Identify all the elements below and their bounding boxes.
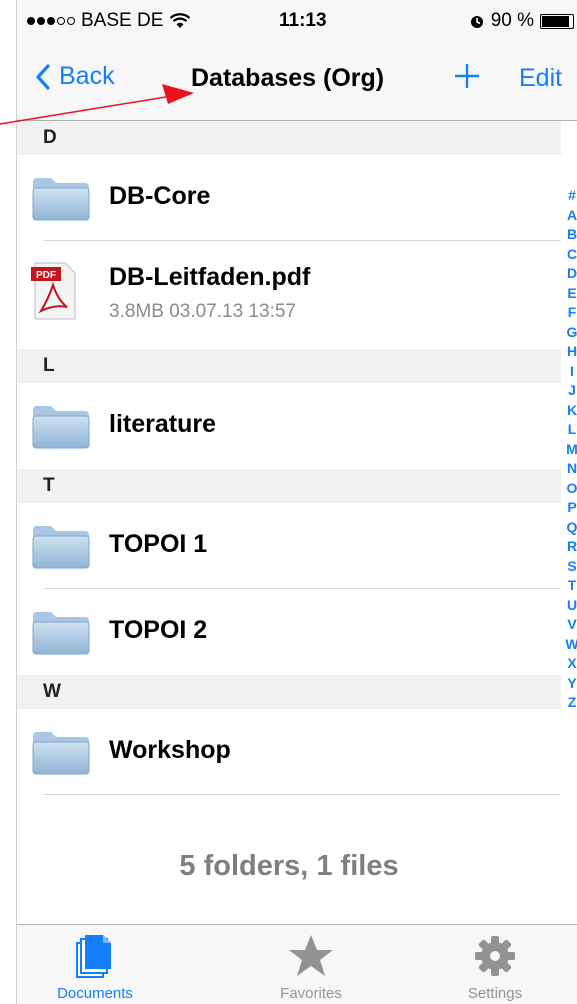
folder-icon — [32, 406, 90, 449]
carrier-name: BASE DE — [81, 10, 164, 31]
list-item-db-leitfaden[interactable]: PDF DB-Leitfaden.pdf 3.8MB 03.07.13 13:5… — [17, 241, 561, 349]
signal-strength-icon — [27, 17, 75, 25]
chevron-left-icon — [36, 63, 50, 90]
section-header-d: D — [17, 121, 561, 155]
carrier-info: BASE DE — [27, 10, 191, 32]
list-item-literature[interactable]: literature — [17, 383, 561, 469]
index-letter[interactable]: Y — [565, 674, 577, 694]
folder-icon — [32, 732, 90, 775]
index-letter[interactable]: N — [565, 459, 577, 479]
index-letter[interactable]: D — [565, 264, 577, 284]
index-letter[interactable]: T — [565, 576, 577, 596]
index-letter[interactable]: S — [565, 557, 577, 577]
battery-icon — [540, 13, 574, 29]
item-name: literature — [109, 410, 216, 438]
back-button[interactable]: Back — [35, 62, 115, 91]
star-icon — [289, 935, 333, 976]
item-name: DB-Core — [109, 182, 211, 210]
section-header-w: W — [17, 675, 561, 709]
item-meta: 3.8MB 03.07.13 13:57 — [109, 301, 296, 322]
folder-icon — [32, 178, 90, 221]
index-letter[interactable]: O — [565, 479, 577, 499]
list-item-db-core[interactable]: DB-Core — [17, 155, 561, 241]
item-name: TOPOI 2 — [109, 616, 208, 644]
index-letter[interactable]: L — [565, 420, 577, 440]
index-letter[interactable]: P — [565, 498, 577, 518]
index-letter[interactable]: C — [565, 245, 577, 265]
edit-button[interactable]: Edit — [519, 64, 562, 93]
index-letter[interactable]: Z — [565, 693, 577, 713]
navigation-bar: Back Databases (Org) Edit — [17, 44, 577, 121]
index-letter[interactable]: H — [565, 342, 577, 362]
index-letter[interactable]: W — [565, 635, 577, 655]
add-icon[interactable] — [453, 62, 481, 90]
wifi-icon — [170, 13, 191, 28]
list-item-workshop[interactable]: Workshop — [17, 709, 561, 795]
index-letter[interactable]: R — [565, 537, 577, 557]
document-list: D DB-Core PDF DB-Leitfaden.pdf 3.8MB 03.… — [17, 121, 561, 795]
index-letter[interactable]: A — [565, 206, 577, 226]
index-letter[interactable]: G — [565, 323, 577, 343]
tab-settings[interactable]: Settings — [435, 933, 555, 1002]
folder-icon — [32, 612, 90, 655]
folder-file-count: 5 folders, 1 files — [179, 850, 399, 882]
page-title: Databases (Org) — [191, 64, 385, 92]
index-letter[interactable]: # — [565, 186, 577, 206]
index-letter[interactable]: U — [565, 596, 577, 616]
index-letter[interactable]: F — [565, 303, 577, 323]
section-index[interactable]: #ABCDEFGHIJKLMNOPQRSTUVWXYZ — [565, 186, 577, 713]
index-letter[interactable]: X — [565, 654, 577, 674]
clock: 11:13 — [279, 10, 327, 31]
back-label: Back — [59, 62, 115, 90]
tab-label: Documents — [57, 985, 133, 1002]
index-letter[interactable]: V — [565, 615, 577, 635]
gear-icon — [475, 936, 515, 976]
status-right: 90 % — [469, 10, 574, 32]
item-name: TOPOI 1 — [109, 530, 208, 558]
section-header-t: T — [17, 469, 561, 503]
tab-label: Settings — [467, 985, 523, 1002]
index-letter[interactable]: B — [565, 225, 577, 245]
index-letter[interactable]: I — [565, 362, 577, 382]
phone-screen: BASE DE 11:13 90 % Back Databases (Org) — [16, 0, 577, 1004]
svg-text:PDF: PDF — [36, 270, 56, 281]
index-letter[interactable]: J — [565, 381, 577, 401]
folder-icon — [32, 526, 90, 569]
tab-bar: Documents Favorites Settings — [17, 924, 577, 1004]
section-header-l: L — [17, 349, 561, 383]
index-letter[interactable]: E — [565, 284, 577, 304]
item-name: DB-Leitfaden.pdf — [109, 263, 311, 291]
tab-label: Favorites — [280, 985, 342, 1002]
documents-icon — [76, 935, 111, 978]
status-bar: BASE DE 11:13 90 % — [17, 0, 577, 44]
item-name: Workshop — [109, 736, 231, 764]
row-separator — [43, 794, 561, 795]
alarm-icon — [470, 16, 483, 28]
tab-documents[interactable]: Documents — [35, 933, 155, 1002]
index-letter[interactable]: Q — [565, 518, 577, 538]
tab-favorites[interactable]: Favorites — [251, 933, 371, 1002]
index-letter[interactable]: K — [565, 401, 577, 421]
list-item-topoi-1[interactable]: TOPOI 1 — [17, 503, 561, 589]
list-item-topoi-2[interactable]: TOPOI 2 — [17, 589, 561, 675]
battery-percent: 90 % — [490, 10, 534, 31]
pdf-icon: PDF — [31, 262, 76, 320]
index-letter[interactable]: M — [565, 440, 577, 460]
